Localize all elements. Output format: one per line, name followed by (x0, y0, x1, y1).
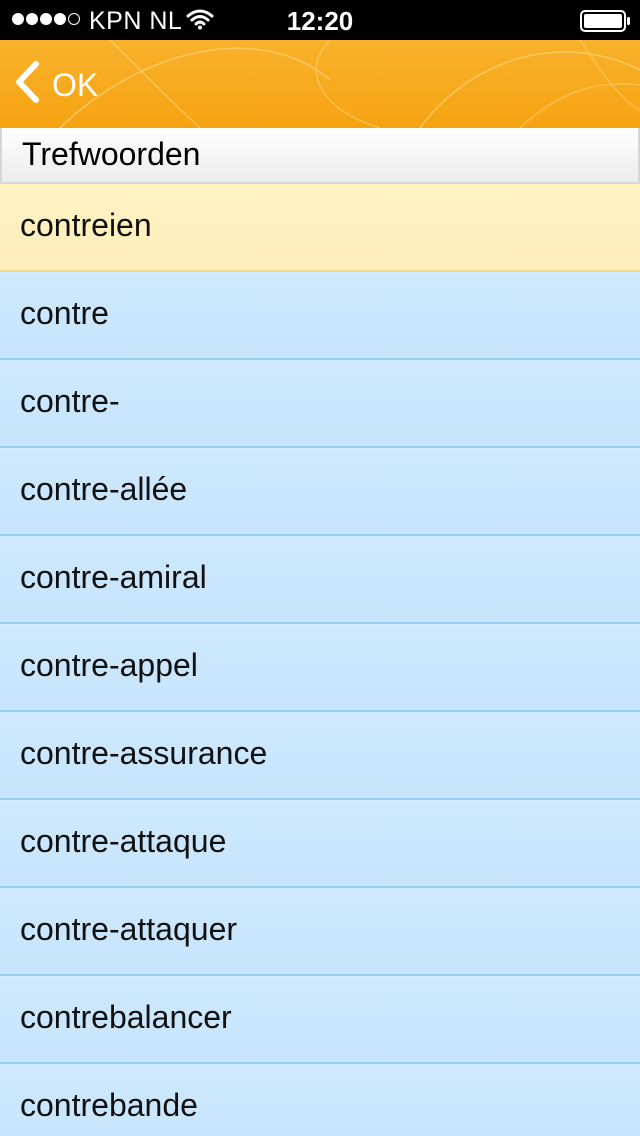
list-item[interactable]: contre-attaquer (0, 888, 640, 976)
back-button[interactable]: OK (14, 60, 124, 108)
list-item-label: contre-allée (20, 471, 188, 507)
keyword-list: contreien contre contre- contre-allée co… (0, 184, 640, 1136)
list-item-label: contre-attaque (20, 823, 227, 859)
section-title: Trefwoorden (22, 136, 201, 172)
list-item-label: contre-attaquer (20, 911, 238, 947)
list-item[interactable]: contrebande (0, 1064, 640, 1136)
list-item[interactable]: contre-allée (0, 448, 640, 536)
list-item[interactable]: contre-attaque (0, 800, 640, 888)
list-item-label: contrebalancer (20, 999, 232, 1035)
battery-icon (580, 10, 632, 37)
list-item-label: contre-appel (20, 647, 198, 683)
status-time: 12:20 (286, 6, 354, 36)
list-item[interactable]: contrebalancer (0, 976, 640, 1064)
list-item[interactable]: contre-amiral (0, 536, 640, 624)
list-item-label: contre (20, 295, 109, 331)
list-item-label: contre-amiral (20, 559, 207, 595)
list-item[interactable]: contre-assurance (0, 712, 640, 800)
list-item[interactable]: contre- (0, 360, 640, 448)
list-item-label: contre-assurance (20, 735, 268, 771)
list-item-label: contre- (20, 383, 120, 419)
section-header: Trefwoorden (0, 128, 640, 184)
chevron-left-icon (14, 60, 40, 108)
list-item-selected[interactable]: contreien (0, 184, 640, 272)
list-item-label: contrebande (20, 1087, 198, 1123)
status-bar: KPN NL 12:20 (0, 0, 640, 40)
list-item-label: contreien (20, 207, 152, 243)
back-button-label: OK (52, 66, 99, 103)
list-item[interactable]: contre (0, 272, 640, 360)
navigation-bar: OK (0, 40, 640, 128)
list-item[interactable]: contre-appel (0, 624, 640, 712)
